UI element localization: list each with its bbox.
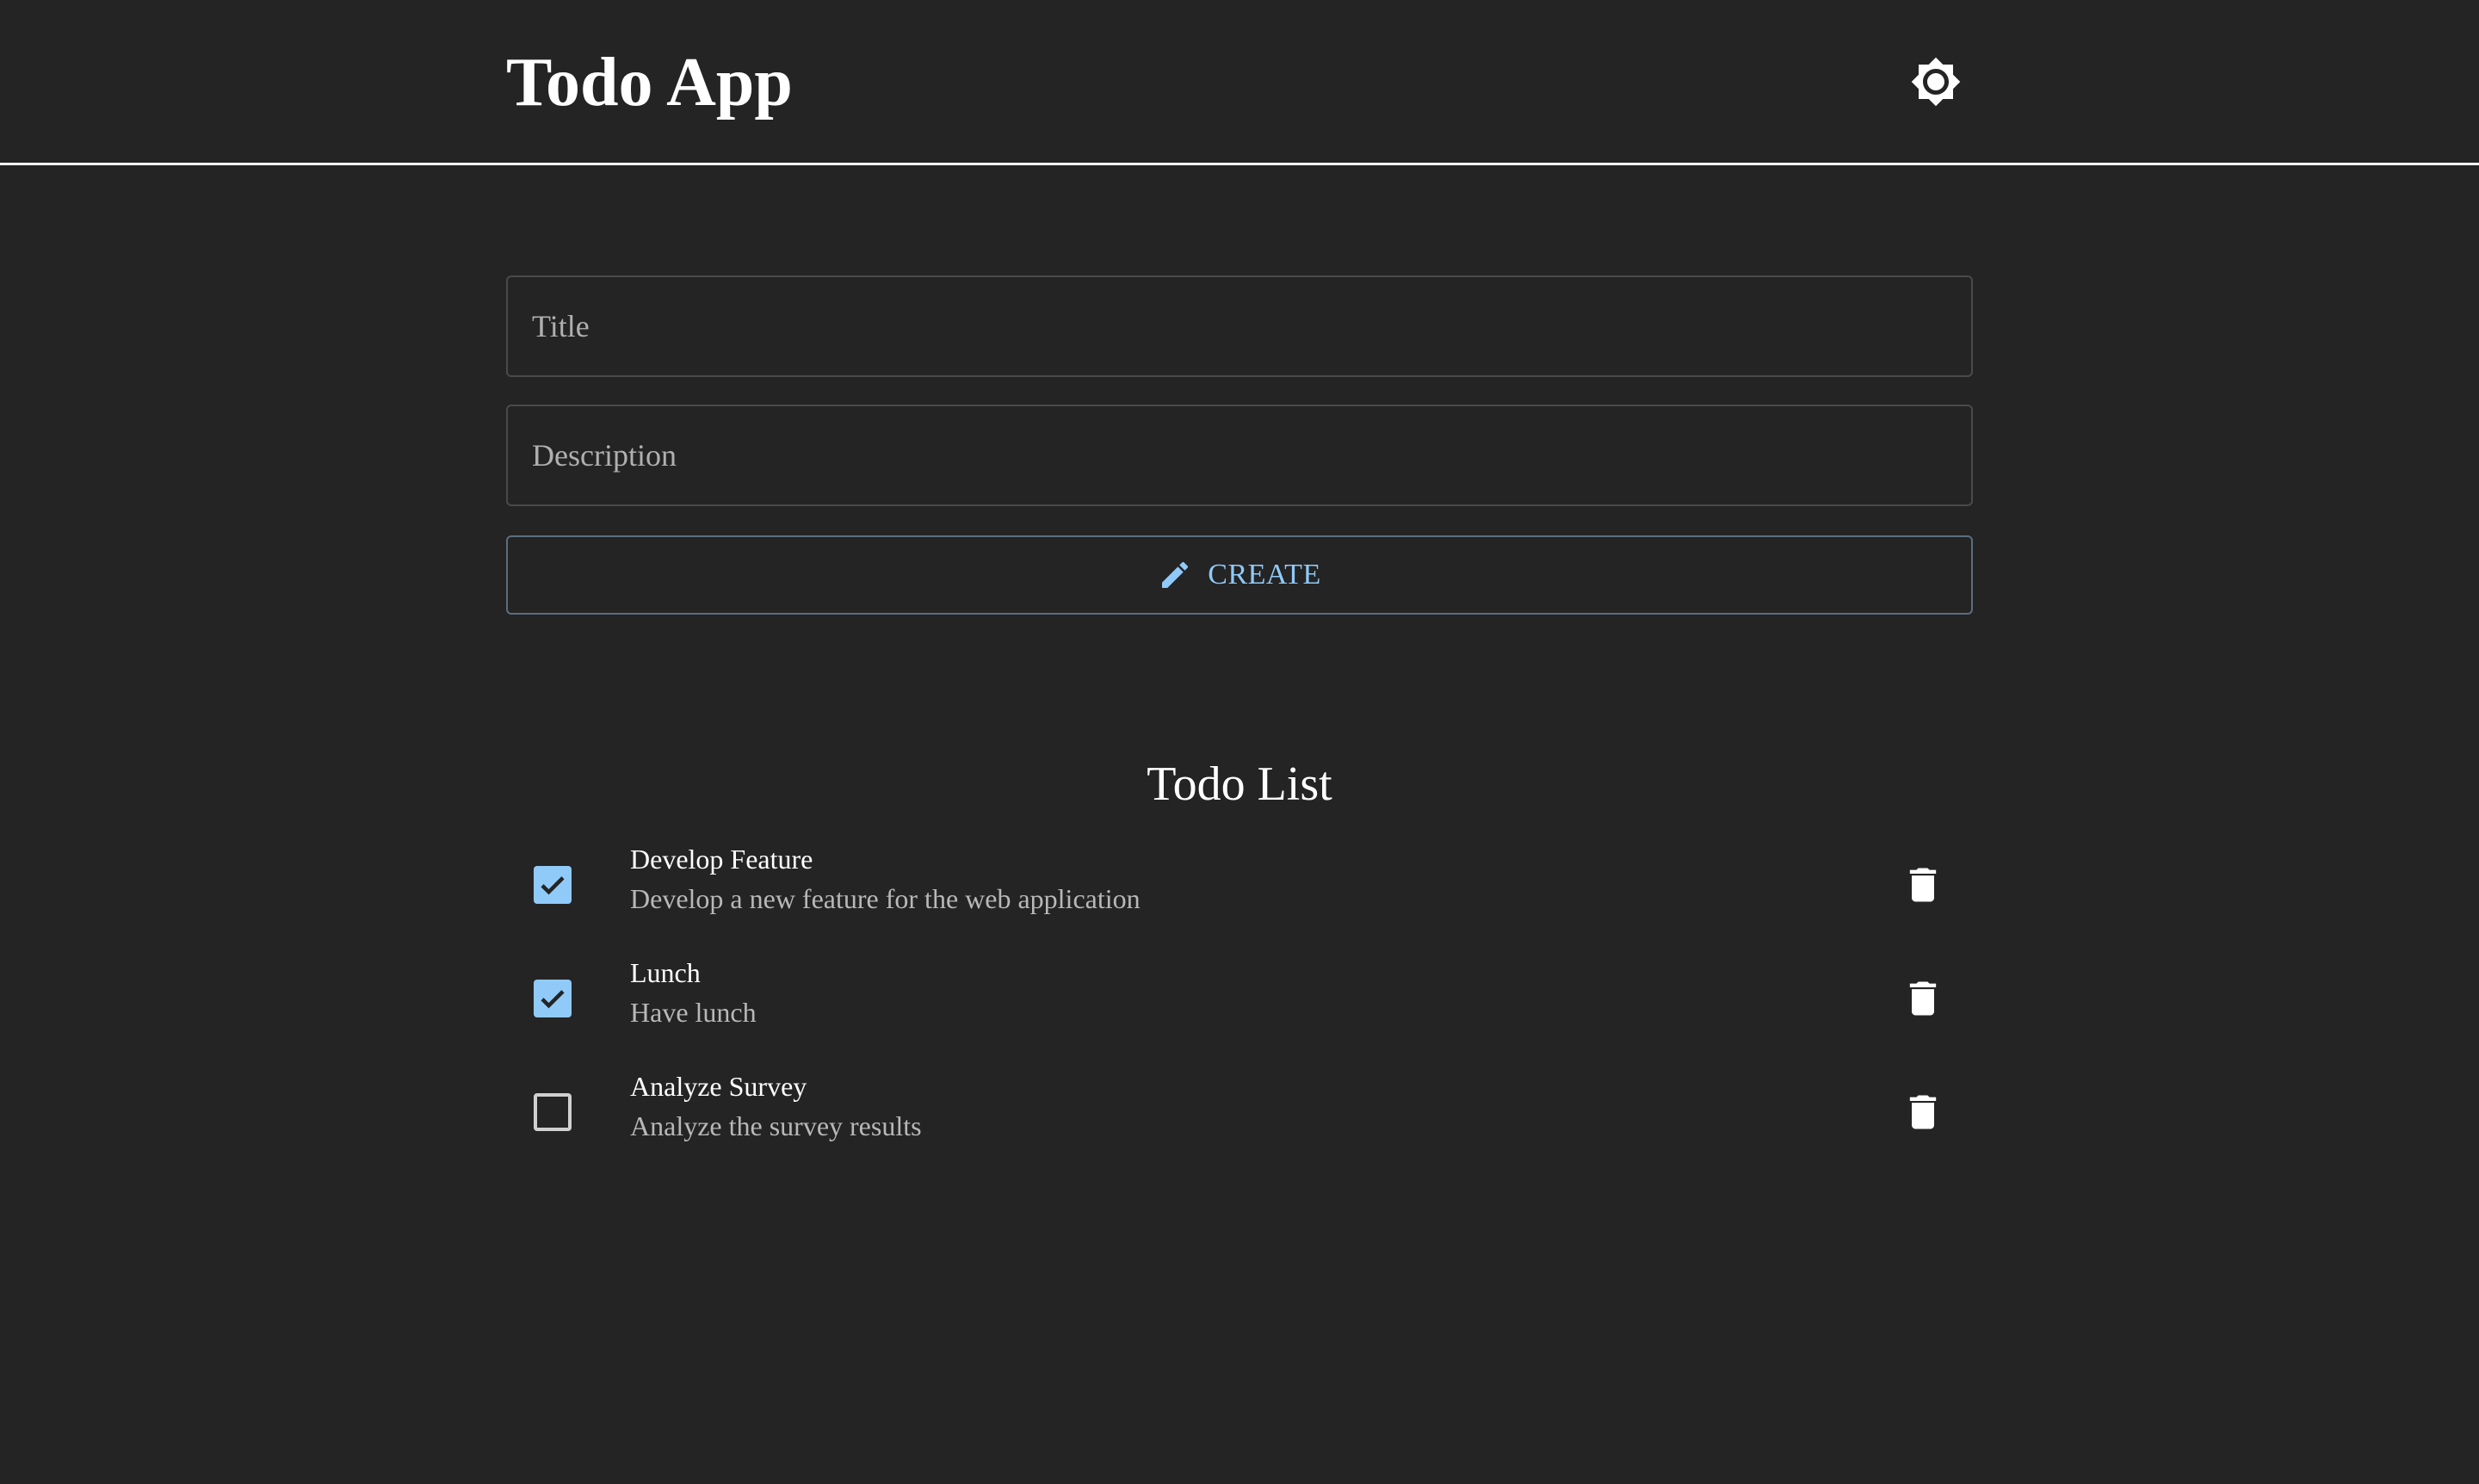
create-button-label: CREATE: [1208, 559, 1321, 591]
check-icon: [541, 876, 565, 895]
theme-toggle-button[interactable]: [1906, 52, 1966, 112]
trash-icon: [1909, 981, 1937, 1016]
todo-title: Analyze Survey: [630, 1071, 807, 1102]
title-field: [506, 275, 1973, 377]
todo-list-heading: Todo List: [1147, 757, 1332, 811]
todo-checkbox-unchecked[interactable]: [534, 1093, 572, 1131]
app-title: Todo App: [506, 45, 793, 121]
delete-button[interactable]: [1895, 971, 1950, 1026]
todo-description: Develop a new feature for the web applic…: [630, 883, 1141, 914]
todo-checkbox-checked[interactable]: [534, 980, 572, 1017]
pencil-icon: [1162, 561, 1189, 588]
description-field: [506, 405, 1973, 506]
todo-item: Lunch Have lunch: [506, 947, 1973, 1050]
title-input[interactable]: [508, 277, 1971, 375]
todo-description: Analyze the survey results: [630, 1110, 922, 1141]
trash-icon: [1909, 1095, 1937, 1129]
todo-description: Have lunch: [630, 997, 757, 1028]
todo-item: Develop Feature Develop a new feature fo…: [506, 833, 1973, 937]
check-icon: [541, 990, 565, 1009]
todo-item: Analyze Survey Analyze the survey result…: [506, 1060, 1973, 1164]
trash-icon: [1909, 868, 1937, 902]
delete-button[interactable]: [1895, 857, 1950, 912]
todo-title: Develop Feature: [630, 844, 813, 875]
create-button[interactable]: CREATE: [506, 535, 1973, 615]
todo-title: Lunch: [630, 957, 701, 988]
brightness-icon: [1911, 57, 1961, 107]
delete-button[interactable]: [1895, 1085, 1950, 1140]
description-input[interactable]: [508, 406, 1971, 504]
app-header: Todo App: [0, 0, 2479, 165]
todo-checkbox-checked[interactable]: [534, 866, 572, 904]
